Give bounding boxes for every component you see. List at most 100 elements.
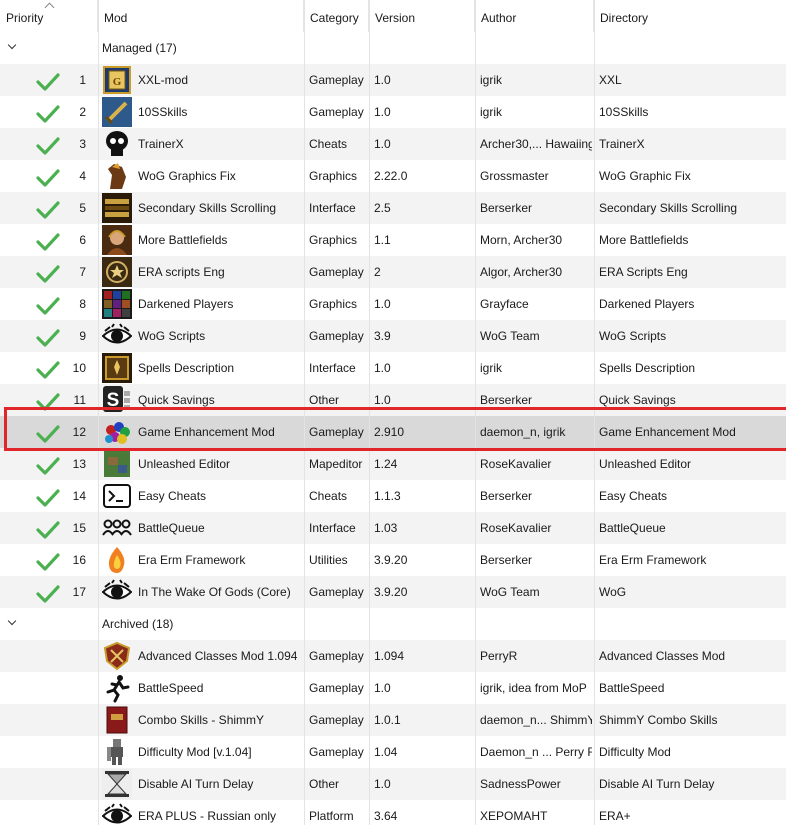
- mod-author: RoseKavalier: [480, 457, 552, 471]
- mod-name: BattleSpeed: [138, 681, 204, 695]
- mod-author: Archer30,... Hawaiing: [480, 137, 592, 151]
- column-header-category-label: Category: [310, 11, 359, 25]
- column-header-author[interactable]: Author: [475, 0, 594, 32]
- enabled-check-icon[interactable]: [36, 585, 60, 605]
- enabled-check-icon[interactable]: [36, 553, 60, 573]
- group-archived-label: Archived (18): [102, 617, 174, 631]
- enabled-check-icon[interactable]: [36, 521, 60, 541]
- mod-category: Other: [309, 777, 340, 791]
- mod-version: 1.24: [374, 457, 398, 471]
- enabled-check-icon[interactable]: [36, 169, 60, 189]
- table-row[interactable]: Disable AI Turn Delay Other 1.0 SadnessPowe…: [0, 768, 786, 800]
- chevron-down-icon[interactable]: [7, 40, 17, 50]
- enabled-check-icon[interactable]: [36, 361, 60, 381]
- table-row[interactable]: 3 TrainerX Cheats 1.0 Archer30,... Hawaiing T…: [0, 128, 786, 160]
- mod-directory: BattleSpeed: [599, 681, 665, 695]
- enabled-check-icon[interactable]: [36, 297, 60, 317]
- column-header-category[interactable]: Category: [304, 0, 369, 32]
- mod-category: Cheats: [309, 137, 348, 151]
- priority-number: 1: [79, 73, 86, 87]
- knight-icon: [102, 737, 132, 767]
- table-row[interactable]: 8 Darkened Players Graphics 1.0 Grayface Dark…: [0, 288, 786, 320]
- map-tile-icon: [102, 449, 132, 479]
- mod-author: igrik: [480, 361, 503, 375]
- table-row[interactable]: BattleSpeed Gameplay 1.0 igrik, idea from M…: [0, 672, 786, 704]
- column-header-version-label: Version: [375, 11, 416, 25]
- mod-directory: WoG: [599, 585, 627, 599]
- mod-category: Interface: [309, 361, 356, 375]
- mod-version: 1.1: [374, 233, 391, 247]
- group-managed[interactable]: Managed (17): [0, 32, 786, 64]
- mod-version: 2.22.0: [374, 169, 408, 183]
- mod-directory: Spells Description: [599, 361, 696, 375]
- portrait-icon: [102, 225, 132, 255]
- mod-directory: Advanced Classes Mod: [599, 649, 726, 663]
- mod-name: Combo Skills - ShimmY: [138, 713, 265, 727]
- enabled-check-icon[interactable]: [36, 73, 60, 93]
- mod-category: Interface: [309, 521, 356, 535]
- sword-icon: [102, 97, 132, 127]
- mod-directory: Unleashed Editor: [599, 457, 692, 471]
- chevron-down-icon[interactable]: [7, 616, 17, 626]
- enabled-check-icon[interactable]: [36, 233, 60, 253]
- enabled-check-icon[interactable]: [36, 265, 60, 285]
- mod-category: Platform: [309, 809, 354, 823]
- mod-category: Cheats: [309, 489, 348, 503]
- priority-number: 7: [79, 265, 86, 279]
- mod-category: Gameplay: [309, 585, 364, 599]
- mod-author: PerryR: [480, 649, 518, 663]
- table-row[interactable]: 2 10SSkills Gameplay 1.0 igrik 10SSkills: [0, 96, 786, 128]
- mod-version: 1.0.1: [374, 713, 401, 727]
- mod-category: Graphics: [309, 297, 358, 311]
- table-row[interactable]: 16 Era Erm Framework Utilities 3.9.20 Berser…: [0, 544, 786, 576]
- column-header-mod[interactable]: Mod: [98, 0, 304, 32]
- mod-version: 1.0: [374, 297, 391, 311]
- mod-author: Grossmaster: [480, 169, 549, 183]
- table-row[interactable]: 13 Unleashed Editor Mapeditor 1.24 RoseKaval…: [0, 448, 786, 480]
- table-row[interactable]: 17 In The Wake Of Gods (Core) Gameplay 3.9.…: [0, 576, 786, 608]
- group-archived[interactable]: Archived (18): [0, 608, 786, 640]
- mod-author: Morn, Archer30: [480, 233, 563, 247]
- column-header-priority[interactable]: Priority: [0, 0, 98, 32]
- table-row[interactable]: Combo Skills - ShimmY Gameplay 1.0.1 daemon…: [0, 704, 786, 736]
- mod-directory: Disable AI Turn Delay: [599, 777, 715, 791]
- enabled-check-icon[interactable]: [36, 329, 60, 349]
- table-row[interactable]: 10 Spells Description Interface 1.0 igrik Spe…: [0, 352, 786, 384]
- column-header-directory[interactable]: Directory: [594, 0, 786, 32]
- enabled-check-icon[interactable]: [36, 105, 60, 125]
- enabled-check-icon[interactable]: [36, 489, 60, 509]
- mod-category: Gameplay: [309, 745, 364, 759]
- mod-directory: ERA Scripts Eng: [599, 265, 688, 279]
- table-row[interactable]: 15 BattleQueue Interface 1.03 RoseKavalier Ba…: [0, 512, 786, 544]
- mod-directory: Difficulty Mod: [599, 745, 671, 759]
- enabled-check-icon[interactable]: [36, 457, 60, 477]
- mod-directory: WoG Graphic Fix: [599, 169, 691, 183]
- mod-directory: Darkened Players: [599, 297, 695, 311]
- table-row[interactable]: 14 Easy Cheats Cheats 1.1.3 Berserker Easy Ch…: [0, 480, 786, 512]
- mod-category: Gameplay: [309, 329, 364, 343]
- shield-icon: [102, 641, 132, 671]
- enabled-check-icon[interactable]: [36, 137, 60, 157]
- table-row[interactable]: Difficulty Mod [v.1.04] Gameplay 1.04 Daemo…: [0, 736, 786, 768]
- column-header-version[interactable]: Version: [369, 0, 475, 32]
- table-row[interactable]: 9 WoG Scripts Gameplay 3.9 WoG Team WoG Scrip…: [0, 320, 786, 352]
- mod-category: Mapeditor: [309, 457, 363, 471]
- mod-directory: TrainerX: [599, 137, 645, 151]
- table-row[interactable]: 5 Secondary Skills Scrolling Interface 2.5 B…: [0, 192, 786, 224]
- mod-category: Gameplay: [309, 73, 364, 87]
- priority-number: 9: [79, 329, 86, 343]
- mod-directory: 10SSkills: [599, 105, 649, 119]
- mod-name: BattleQueue: [138, 521, 205, 535]
- enabled-check-icon[interactable]: [36, 201, 60, 221]
- table-row[interactable]: 1 G XXL-mod Gameplay 1.0 igrik XXL: [0, 64, 786, 96]
- table-row[interactable]: 7 ERA scripts Eng Gameplay 2 Algor, Archer30…: [0, 256, 786, 288]
- table-row[interactable]: 4 WoG Graphics Fix Graphics 2.22.0 Grossmast…: [0, 160, 786, 192]
- group-managed-label: Managed (17): [102, 41, 177, 55]
- mod-author: Algor, Archer30: [480, 265, 563, 279]
- table-row[interactable]: ERA PLUS - Russian only Platform 3.64 XEPOM…: [0, 800, 786, 832]
- column-header-bar: Priority Mod Category Version Author Dir…: [0, 0, 786, 32]
- mod-name: 10SSkills: [138, 105, 188, 119]
- table-row[interactable]: Advanced Classes Mod 1.094 Gameplay 1.094 P…: [0, 640, 786, 672]
- table-row[interactable]: 6 More Battlefields Graphics 1.1 Morn, Arche…: [0, 224, 786, 256]
- spellbook-icon: [102, 353, 132, 383]
